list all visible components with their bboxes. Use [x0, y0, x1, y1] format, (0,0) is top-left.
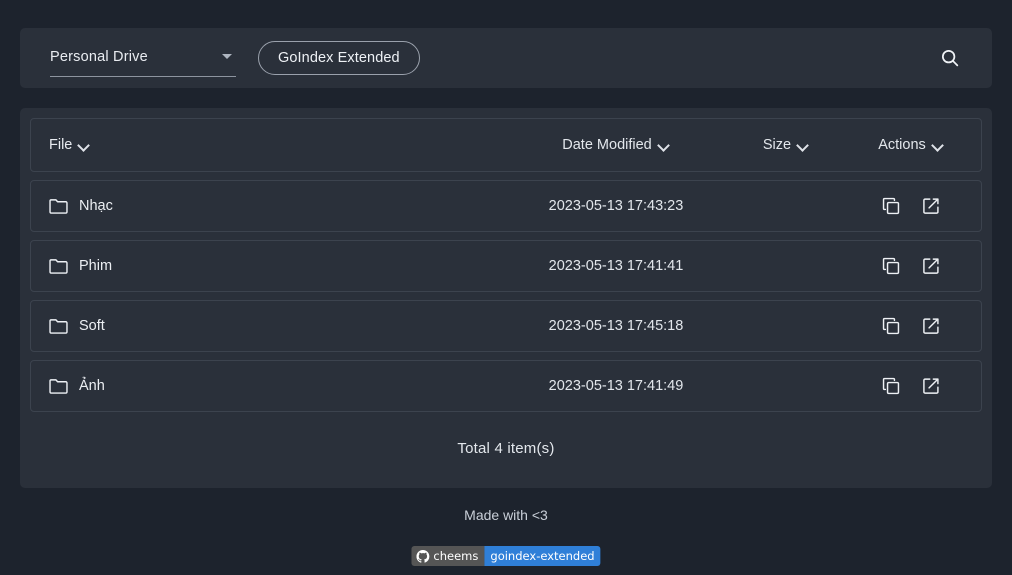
open-in-new-button[interactable] — [919, 254, 943, 278]
copy-icon — [882, 377, 900, 395]
chevron-down-icon — [659, 140, 670, 151]
folder-icon — [49, 378, 68, 394]
drive-select-value: Personal Drive — [50, 48, 148, 65]
row-date-cell: 2023-05-13 17:45:18 — [548, 318, 684, 334]
copy-icon — [882, 317, 900, 335]
header-cell-actions: Actions — [841, 137, 981, 153]
search-icon — [941, 49, 959, 67]
app-root: Personal Drive GoIndex Extended File Dat… — [0, 0, 1012, 575]
github-icon — [416, 549, 430, 563]
badge-owner-label: cheems — [433, 549, 479, 563]
folder-icon — [49, 198, 68, 214]
row-file-cell[interactable]: Soft — [49, 318, 501, 334]
header-label-date-modified: Date Modified — [562, 137, 652, 153]
github-repo-badge[interactable]: cheems goindex-extended — [411, 546, 601, 566]
open-in-new-icon — [923, 198, 939, 214]
row-file-name: Soft — [79, 318, 105, 334]
copy-link-button[interactable] — [879, 374, 903, 398]
row-actions-cell — [841, 374, 981, 398]
table-row[interactable]: Nhạc 2023-05-13 17:43:23 — [30, 180, 982, 232]
folder-icon — [49, 258, 68, 274]
open-in-new-icon — [923, 318, 939, 334]
row-date-cell: 2023-05-13 17:41:49 — [548, 378, 684, 394]
drive-select[interactable]: Personal Drive — [50, 39, 236, 77]
file-list-card: File Date Modified Size Actions Nhạc 202… — [20, 108, 992, 488]
sort-by-size-button[interactable]: Size — [763, 137, 809, 153]
badge-repo-segment: goindex-extended — [484, 546, 601, 566]
chevron-down-icon — [79, 140, 90, 151]
brand-button[interactable]: GoIndex Extended — [258, 41, 420, 75]
open-in-new-button[interactable] — [919, 374, 943, 398]
badge-repo-label: goindex-extended — [490, 549, 595, 563]
row-file-name: Phim — [79, 258, 113, 274]
chevron-down-icon — [933, 140, 944, 151]
copy-link-button[interactable] — [879, 314, 903, 338]
header-cell-size: Size — [731, 137, 841, 153]
table-row[interactable]: Phim 2023-05-13 17:41:41 — [30, 240, 982, 292]
header-cell-file: File — [49, 137, 501, 153]
actions-menu-button[interactable]: Actions — [878, 137, 944, 153]
row-file-cell[interactable]: Phim — [49, 258, 501, 274]
search-button[interactable] — [930, 38, 970, 78]
total-items-label: Total 4 item(s) — [457, 439, 555, 457]
copy-link-button[interactable] — [879, 254, 903, 278]
header-label-actions: Actions — [878, 137, 926, 153]
copy-icon — [882, 197, 900, 215]
open-in-new-button[interactable] — [919, 194, 943, 218]
open-in-new-icon — [923, 378, 939, 394]
row-date-cell: 2023-05-13 17:43:23 — [548, 198, 684, 214]
row-actions-cell — [841, 194, 981, 218]
folder-icon — [49, 318, 68, 334]
badge-owner-segment: cheems — [411, 546, 485, 566]
chevron-down-icon — [798, 140, 809, 151]
row-actions-cell — [841, 314, 981, 338]
row-file-name: Ảnh — [79, 378, 105, 394]
table-header-row: File Date Modified Size Actions — [30, 118, 982, 172]
row-file-name: Nhạc — [79, 198, 113, 214]
row-file-cell[interactable]: Ảnh — [49, 378, 501, 394]
row-actions-cell — [841, 254, 981, 278]
table-row[interactable]: Ảnh 2023-05-13 17:41:49 — [30, 360, 982, 412]
table-row[interactable]: Soft 2023-05-13 17:45:18 — [30, 300, 982, 352]
sort-by-file-button[interactable]: File — [49, 137, 90, 153]
row-date-cell: 2023-05-13 17:41:41 — [548, 258, 684, 274]
header-label-file: File — [49, 137, 73, 153]
caret-down-icon — [222, 54, 232, 59]
open-in-new-button[interactable] — [919, 314, 943, 338]
header-label-size: Size — [762, 137, 792, 153]
made-with-label: Made with <3 — [464, 507, 548, 523]
copy-icon — [882, 257, 900, 275]
row-file-cell[interactable]: Nhạc — [49, 198, 501, 214]
top-bar: Personal Drive GoIndex Extended — [20, 28, 992, 88]
open-in-new-icon — [923, 258, 939, 274]
sort-by-date-button[interactable]: Date Modified — [562, 137, 669, 153]
copy-link-button[interactable] — [879, 194, 903, 218]
header-cell-date-modified: Date Modified — [501, 137, 731, 153]
